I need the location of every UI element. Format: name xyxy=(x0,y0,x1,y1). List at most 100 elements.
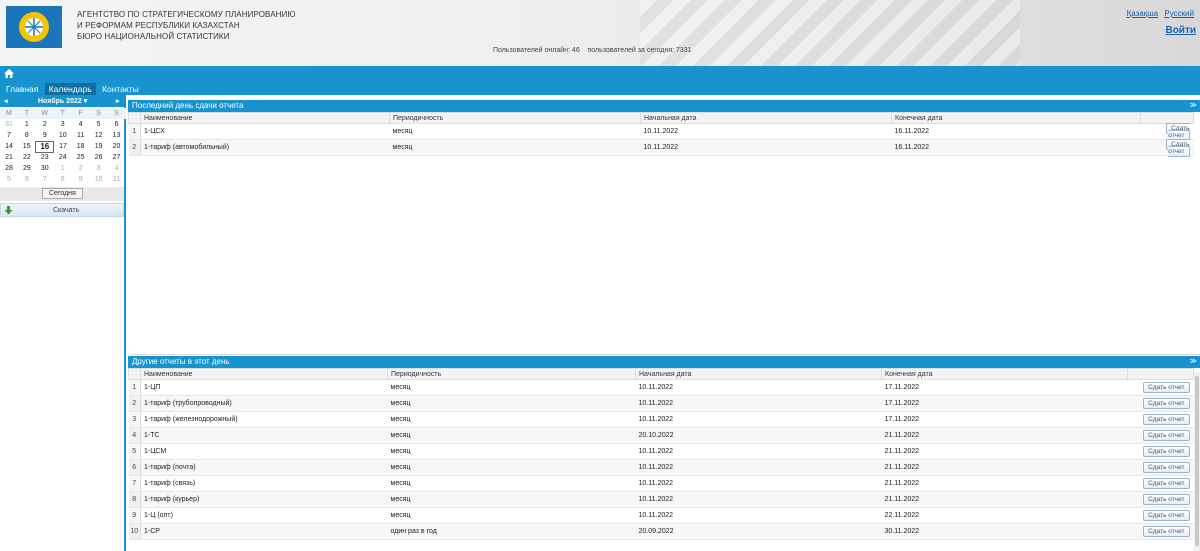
row-number: 8 xyxy=(128,491,141,508)
col-period-header[interactable]: Периодичность xyxy=(387,368,636,380)
next-month-icon[interactable]: ▸ xyxy=(116,97,120,105)
today-button[interactable]: Сегодня xyxy=(42,188,83,199)
calendar-day[interactable]: 15 xyxy=(18,141,36,152)
calendar-day[interactable]: 5 xyxy=(90,119,108,130)
calendar-day[interactable]: 6 xyxy=(18,174,36,185)
table-row[interactable]: 1 1-ЦСХ месяц 10.11.2022 16.11.2022 Сдать отч… xyxy=(128,122,1194,141)
lang-kazakh-link[interactable]: Қазақша xyxy=(1127,9,1159,18)
calendar-day[interactable]: 1 xyxy=(18,119,36,130)
submit-report-button[interactable]: Сдать отчет xyxy=(1143,462,1190,473)
table-row[interactable]: 4 1-ТС месяц 20.10.2022 21.11.2022 Сдать отче… xyxy=(128,427,1194,444)
calendar-day[interactable]: 6 xyxy=(108,119,126,130)
calendar-day[interactable]: 27 xyxy=(108,152,126,163)
submit-report-button[interactable]: Сдать отчет xyxy=(1143,494,1190,505)
download-button[interactable]: Скачать xyxy=(0,203,124,217)
calendar-day[interactable]: 5 xyxy=(0,174,18,185)
submit-report-button[interactable]: Сдать отчет xyxy=(1143,526,1190,537)
calendar-day[interactable]: 4 xyxy=(108,163,126,174)
calendar-day[interactable]: 30 xyxy=(36,163,54,174)
prev-month-icon[interactable]: ◂ xyxy=(4,97,8,105)
table-row[interactable]: 3 1-тариф (железнодорожный) месяц 10.11.202… xyxy=(128,411,1194,428)
calendar-day[interactable]: 20 xyxy=(108,141,126,152)
calendar-day[interactable]: 13 xyxy=(108,130,126,141)
calendar-day[interactable]: 19 xyxy=(90,141,108,152)
submit-report-button[interactable]: Сдать отчет xyxy=(1143,398,1190,409)
home-icon[interactable] xyxy=(4,69,14,78)
calendar-day[interactable]: 7 xyxy=(0,130,18,141)
nav-item-calendar[interactable]: Календарь xyxy=(44,83,96,95)
table-row[interactable]: 2 1-тариф (трубопроводный) месяц 10.11.2022… xyxy=(128,395,1194,412)
calendar-day[interactable]: 29 xyxy=(18,163,36,174)
table-row[interactable]: 9 1-Ц (опт) месяц 10.11.2022 22.11.2022 Сдать… xyxy=(128,507,1194,524)
col-end-header[interactable]: Конечная дата xyxy=(891,112,1141,124)
table-row[interactable]: 1 1-ЦП месяц 10.11.2022 17.11.2022 Сдать отче… xyxy=(128,379,1194,396)
table-row[interactable]: 10 1-СР один раз в год 20.09.2022 30.11.2022… xyxy=(128,523,1194,540)
col-name-header[interactable]: Наименование xyxy=(140,368,388,380)
calendar-day[interactable]: 31 xyxy=(0,119,18,130)
submit-report-button[interactable]: Сдать отчет xyxy=(1166,138,1190,157)
calendar-day[interactable]: 11 xyxy=(72,130,90,141)
calendar-day[interactable]: 23 xyxy=(36,152,54,163)
calendar-day[interactable]: 26 xyxy=(90,152,108,163)
calendar-day[interactable]: 1 xyxy=(54,163,72,174)
scrollbar-thumb[interactable] xyxy=(1195,376,1199,546)
col-period-header[interactable]: Периодичность xyxy=(389,112,641,124)
submit-report-button[interactable]: Сдать отчет xyxy=(1143,510,1190,521)
submit-report-button[interactable]: Сдать отчет xyxy=(1166,122,1190,141)
start-date-cell: 10.11.2022 xyxy=(635,491,882,508)
calendar-day[interactable]: 14 xyxy=(0,141,18,152)
calendar-day[interactable]: 4 xyxy=(72,119,90,130)
calendar-day-selected[interactable]: 16 xyxy=(35,140,55,153)
row-number: 9 xyxy=(128,507,141,524)
calendar-day[interactable]: 9 xyxy=(72,174,90,185)
calendar-day[interactable]: 2 xyxy=(36,119,54,130)
calendar-day[interactable]: 11 xyxy=(108,174,126,185)
calendar-week: 31 1 2 3 4 5 6 xyxy=(0,119,126,130)
collapse-icon[interactable]: ≫ xyxy=(1190,357,1197,365)
submit-report-button[interactable]: Сдать отчет xyxy=(1143,446,1190,457)
calendar-day[interactable]: 3 xyxy=(54,119,72,130)
calendar-day[interactable]: 10 xyxy=(54,130,72,141)
calendar-day[interactable]: 9 xyxy=(36,130,54,141)
calendar-day[interactable]: 18 xyxy=(72,141,90,152)
col-start-header[interactable]: Начальная дата xyxy=(640,112,892,124)
calendar-day[interactable]: 25 xyxy=(72,152,90,163)
calendar-day[interactable]: 3 xyxy=(90,163,108,174)
periodicity-cell: месяц xyxy=(389,139,641,156)
report-name-cell: 1-тариф (железнодорожный) xyxy=(140,411,388,428)
row-number: 3 xyxy=(128,411,141,428)
table-scrollbar[interactable] xyxy=(1194,372,1200,551)
lang-russian-link[interactable]: Русский xyxy=(1164,9,1194,18)
calendar-day[interactable]: 2 xyxy=(72,163,90,174)
table-row[interactable]: 7 1-тариф (связь) месяц 10.11.2022 21.11.202… xyxy=(128,475,1194,492)
col-name-header[interactable]: Наименование xyxy=(140,112,390,124)
submit-report-button[interactable]: Сдать отчет xyxy=(1143,414,1190,425)
calendar-month-select[interactable]: Ноябрь 2022 ▾ xyxy=(38,97,87,105)
nav-item-contacts[interactable]: Контакты xyxy=(98,83,143,95)
calendar-day[interactable]: 8 xyxy=(18,130,36,141)
table-row[interactable]: 2 1-тариф (автомобильный) месяц 10.11.2022 1… xyxy=(128,138,1194,157)
calendar-day[interactable]: 28 xyxy=(0,163,18,174)
table-row[interactable]: 6 1-тариф (почта) месяц 10.11.2022 21.11.202… xyxy=(128,459,1194,476)
table-row[interactable]: 8 1-тариф (курьер) месяц 10.11.2022 21.11.20… xyxy=(128,491,1194,508)
collapse-icon[interactable]: ≫ xyxy=(1190,101,1197,109)
col-start-header[interactable]: Начальная дата xyxy=(635,368,882,380)
calendar-day[interactable]: 7 xyxy=(36,174,54,185)
submit-report-button[interactable]: Сдать отчет xyxy=(1143,430,1190,441)
calendar-day[interactable]: 21 xyxy=(0,152,18,163)
submit-report-button[interactable]: Сдать отчет xyxy=(1143,478,1190,489)
calendar-day[interactable]: 10 xyxy=(90,174,108,185)
calendar-day[interactable]: 8 xyxy=(54,174,72,185)
submit-report-button[interactable]: Сдать отчет xyxy=(1143,382,1190,393)
calendar-day[interactable]: 24 xyxy=(54,152,72,163)
calendar-week: 28 29 30 1 2 3 4 xyxy=(0,163,126,174)
action-cell: Сдать отчет xyxy=(1127,523,1194,540)
calendar-day[interactable]: 17 xyxy=(54,141,72,152)
table-row[interactable]: 5 1-ЦСМ месяц 10.11.2022 21.11.2022 Сдать отч… xyxy=(128,443,1194,460)
login-link[interactable]: Войти xyxy=(1165,25,1196,36)
end-date-cell: 16.11.2022 xyxy=(891,139,1141,156)
calendar-day[interactable]: 12 xyxy=(90,130,108,141)
nav-item-home[interactable]: Главная xyxy=(2,83,42,95)
calendar-day[interactable]: 22 xyxy=(18,152,36,163)
col-end-header[interactable]: Конечная дата xyxy=(881,368,1128,380)
